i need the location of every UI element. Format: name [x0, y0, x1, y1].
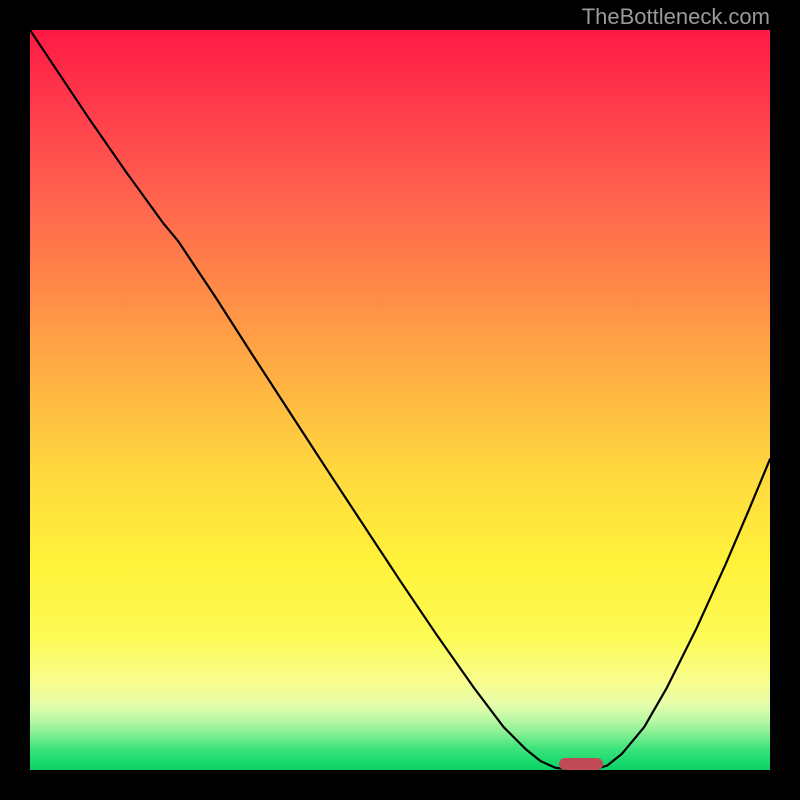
- optimal-marker: [559, 758, 603, 770]
- plot-area: [30, 30, 770, 770]
- chart-frame: TheBottleneck.com: [0, 0, 800, 800]
- watermark-text: TheBottleneck.com: [582, 4, 770, 30]
- bottleneck-curve: [30, 30, 770, 770]
